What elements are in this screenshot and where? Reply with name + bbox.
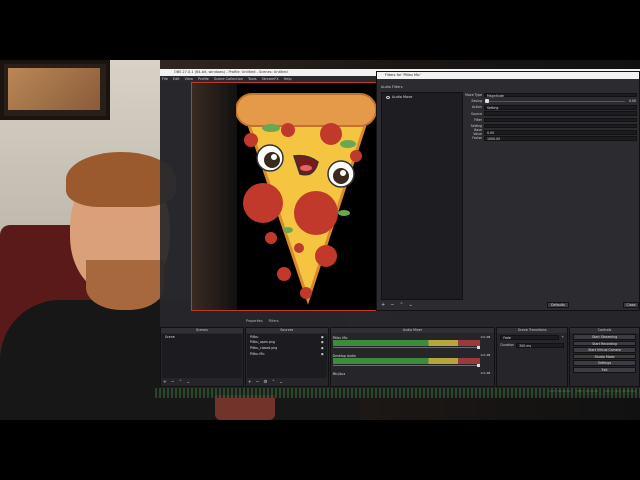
preview-canvas[interactable]: [191, 82, 377, 311]
remove-source-icon[interactable]: −: [256, 380, 260, 385]
source-list: Pillbu ◉ Pillbu_open.png ◉ Pillbu_closed.p…: [246, 334, 327, 378]
setting-select[interactable]: [484, 123, 637, 129]
transition-type-select[interactable]: Fade: [500, 334, 560, 340]
defaults-button[interactable]: Defaults: [547, 302, 569, 308]
close-button[interactable]: Close: [623, 302, 639, 308]
prop-easing: Easing 0.00: [471, 98, 637, 104]
exit-button[interactable]: Exit: [573, 366, 637, 373]
filter-item-label: Audio Move: [392, 95, 413, 99]
controls-heading: Controls: [570, 328, 640, 333]
duration-label: Duration: [500, 343, 515, 347]
volume-meter: [332, 343, 481, 346]
docks: Scenes Scene + − ⌃ ⌄ Sources Pillbu ◉ Pil…: [160, 327, 640, 387]
eye-icon[interactable]: ◉: [321, 346, 324, 350]
prop-base-value: Base Value 0.00: [465, 128, 637, 136]
add-scene-icon[interactable]: +: [163, 380, 167, 385]
sources-dock: Sources Pillbu ◉ Pillbu_open.png ◉ Pillbu_…: [244, 327, 329, 387]
scene-item[interactable]: Scene: [162, 334, 242, 340]
filter-select[interactable]: [484, 117, 637, 123]
eye-icon[interactable]: ◉: [321, 340, 324, 344]
dock-tabs: Properties Filters: [246, 319, 279, 323]
scene-list: Scene: [162, 334, 242, 378]
eye-icon[interactable]: ◉: [321, 335, 324, 339]
sources-toolbar: + − ⚙ ⌃ ⌄: [248, 380, 283, 385]
overlay-strip: [155, 388, 640, 398]
base-value-input[interactable]: 0.00: [484, 129, 637, 135]
menu-file[interactable]: File: [162, 76, 168, 82]
prop-factor: Factor 1000.00: [465, 135, 637, 141]
move-up-icon[interactable]: ⌃: [399, 302, 403, 308]
filters-dialog-title: Filters for 'Pillbu Mic': [377, 72, 639, 79]
move-type-select[interactable]: Magnitude: [484, 92, 637, 98]
visibility-eye-icon[interactable]: [386, 95, 390, 99]
audio-mixer-heading: Audio Mixer: [330, 328, 495, 333]
source-settings-icon[interactable]: ⚙: [263, 380, 267, 385]
add-source-icon[interactable]: +: [248, 380, 252, 385]
easing-slider[interactable]: 0.00: [484, 99, 637, 104]
filter-item-audio-move[interactable]: Audio Move: [382, 93, 462, 101]
scenes-dock: Scenes Scene + − ⌃ ⌄: [160, 327, 244, 387]
menu-edit[interactable]: Edit: [173, 76, 180, 82]
pizza-mascot-image: [236, 93, 376, 305]
obs-window: OBS 27.0.1 (64-bit, windows) - Profile: …: [160, 69, 640, 395]
volume-slider-thumb[interactable]: [477, 345, 481, 349]
settings-button[interactable]: Settings: [573, 360, 637, 366]
start-recording-button[interactable]: Start Recording: [573, 340, 637, 347]
filter-properties: Move Type Magnitude Easing 0.00 Action S…: [465, 92, 637, 142]
transitions-dock: Scene Transitions Fade + Duration 300 ms: [496, 327, 569, 387]
scenes-heading: Scenes: [161, 328, 243, 333]
volume-meter: [332, 361, 481, 364]
preview-webcam-edge: [192, 83, 237, 310]
audio-filters-heading: Audio Filters: [381, 85, 403, 89]
controls-dock: Controls Start Streaming Start Recording…: [569, 327, 640, 387]
eye-icon[interactable]: ◉: [321, 352, 324, 356]
volume-slider[interactable]: [332, 346, 481, 348]
mixer-channel: Desktop Audio 0.0 dB: [332, 353, 493, 369]
source-select[interactable]: [484, 111, 637, 116]
scenes-toolbar: + − ⌃ ⌄: [163, 380, 190, 385]
source-up-icon[interactable]: ⌃: [271, 380, 275, 385]
volume-slider[interactable]: [332, 364, 481, 366]
person-beard: [86, 260, 164, 310]
easing-slider-thumb[interactable]: [485, 99, 489, 103]
source-down-icon[interactable]: ⌄: [279, 380, 283, 385]
studio-mode-button[interactable]: Studio Mode: [573, 353, 637, 360]
sources-heading: Sources: [245, 328, 328, 333]
prop-filter: Filter: [465, 117, 637, 123]
scene-down-icon[interactable]: ⌄: [186, 380, 190, 385]
transition-type-row: Fade +: [497, 333, 567, 341]
add-transition-icon[interactable]: +: [561, 335, 564, 339]
prop-setting: Setting: [465, 123, 637, 129]
filter-list-toolbar: + − ⌃ ⌄: [381, 302, 413, 308]
prop-move-type: Move Type Magnitude: [465, 92, 637, 98]
duration-input[interactable]: 300 ms: [516, 342, 565, 348]
easing-value: 0.00: [628, 98, 636, 103]
action-select[interactable]: Setting: [484, 105, 637, 110]
mixer-channel: Mic/Aux 0.0 dB: [332, 371, 491, 376]
scene-up-icon[interactable]: ⌃: [179, 380, 183, 385]
duration-row: Duration 300 ms: [497, 341, 567, 349]
source-item[interactable]: Pillbu Mic ◉: [247, 351, 327, 357]
remove-filter-icon[interactable]: −: [390, 302, 394, 308]
tab-filters[interactable]: Filters: [269, 319, 279, 323]
tab-properties[interactable]: Properties: [246, 319, 263, 323]
move-down-icon[interactable]: ⌄: [409, 302, 413, 308]
remove-scene-icon[interactable]: −: [171, 380, 175, 385]
prop-source: Source: [465, 111, 637, 117]
filters-dialog: Filters for 'Pillbu Mic' Audio Filters A…: [376, 71, 640, 311]
wall-painting: [0, 60, 110, 120]
volume-slider-thumb[interactable]: [477, 363, 481, 367]
mixer-channel: Pillbu Mic 0.0 dB: [332, 335, 493, 351]
start-streaming-button[interactable]: Start Streaming: [573, 334, 637, 340]
add-filter-icon[interactable]: +: [381, 302, 385, 308]
filter-list[interactable]: Audio Move: [381, 92, 463, 300]
prop-action: Action Setting: [465, 104, 637, 110]
start-virtual-camera-button[interactable]: Start Virtual Camera: [573, 347, 637, 353]
factor-input[interactable]: 1000.00: [484, 136, 637, 141]
audio-mixer-dock: Audio Mixer Pillbu Mic 0.0 dB Desktop Au…: [329, 327, 496, 387]
